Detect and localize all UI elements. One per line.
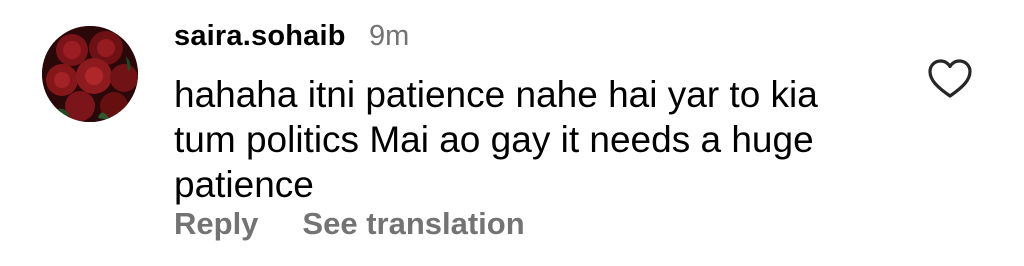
comment-line: patience bbox=[174, 164, 314, 205]
red-roses-avatar-icon bbox=[42, 26, 138, 122]
comment-actions: Reply See translation bbox=[174, 206, 525, 242]
comment-line: hahaha itni patience nahe hai yar to kia bbox=[174, 74, 818, 115]
like-button[interactable] bbox=[927, 58, 973, 100]
comment-text: hahaha itni patience nahe hai yar to kia… bbox=[174, 72, 874, 207]
username[interactable]: saira.sohaib bbox=[174, 20, 346, 53]
comment-line: tum politics Mai ao gay it needs a huge bbox=[174, 119, 814, 160]
see-translation-button[interactable]: See translation bbox=[302, 206, 524, 242]
heart-outline-icon bbox=[928, 59, 972, 98]
timestamp: 9m bbox=[369, 20, 410, 52]
comment-item: saira.sohaib 9m hahaha itni patience nah… bbox=[0, 0, 1024, 266]
avatar[interactable] bbox=[42, 26, 138, 122]
reply-button[interactable]: Reply bbox=[174, 206, 258, 242]
